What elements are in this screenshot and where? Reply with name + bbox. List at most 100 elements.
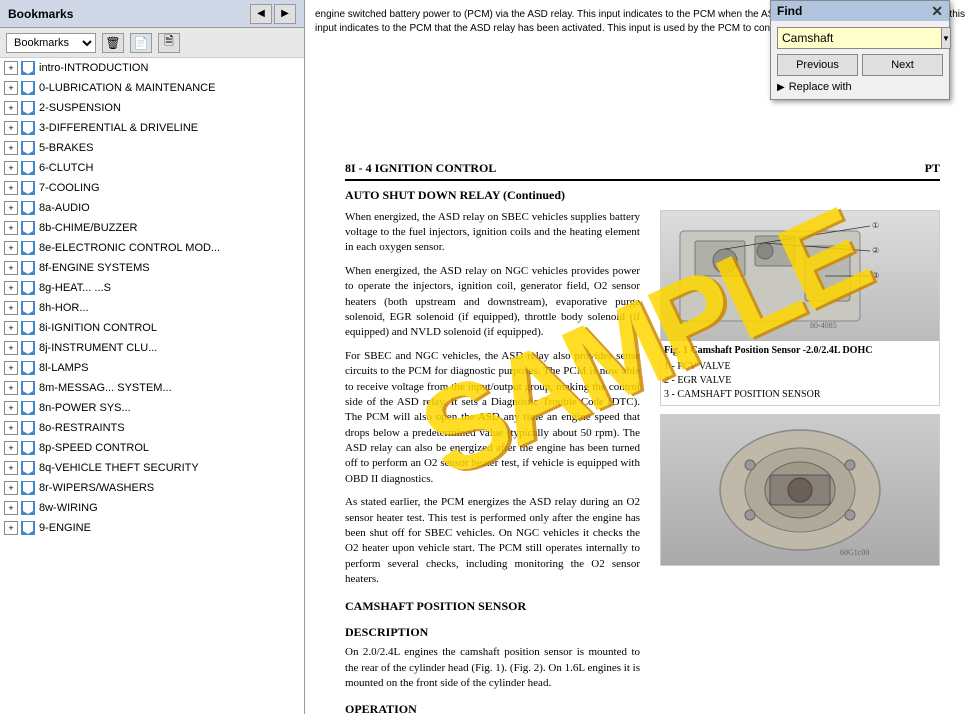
bookmark-item-theft[interactable]: +8q-VEHICLE THEFT SECURITY — [0, 458, 304, 478]
fig1-label-1: 1 - PCV VALVE — [664, 360, 936, 374]
bookmark-label-cooling: 7-COOLING — [39, 182, 100, 194]
operation-title: OPERATION — [345, 701, 640, 714]
bookmark-label-wiring: 8w-WIRING — [39, 502, 98, 514]
bookmark-label-clutch: 6-CLUTCH — [39, 162, 93, 174]
svg-text:②: ② — [872, 246, 879, 255]
bookmarks-next-btn[interactable]: ▶ — [274, 4, 296, 24]
bookmark-item-electronic[interactable]: +8e-ELECTRONIC CONTROL MOD... — [0, 238, 304, 258]
expand-icon-audio[interactable]: + — [4, 201, 18, 215]
bookmarks-prev-btn[interactable]: ◀ — [250, 4, 272, 24]
bookmark-item-brakes[interactable]: +5-BRAKES — [0, 138, 304, 158]
bookmark-page-icon-message — [21, 381, 35, 395]
expand-icon-differential[interactable]: + — [4, 121, 18, 135]
bookmark-label-audio: 8a-AUDIO — [39, 202, 90, 214]
bookmark-item-engine9[interactable]: +9-ENGINE — [0, 518, 304, 538]
expand-icon-ignition[interactable]: + — [4, 321, 18, 335]
find-buttons: Previous Next — [777, 54, 943, 76]
expand-icon-heat[interactable]: + — [4, 281, 18, 295]
expand-icon-theft[interactable]: + — [4, 461, 18, 475]
expand-icon-power[interactable]: + — [4, 401, 18, 415]
expand-icon-suspension[interactable]: + — [4, 101, 18, 115]
expand-icon-wiring[interactable]: + — [4, 501, 18, 515]
bookmark-label-suspension: 2-SUSPENSION — [39, 102, 121, 114]
bookmark-add-btn[interactable]: 🗎 — [158, 33, 180, 53]
expand-icon-wipers[interactable]: + — [4, 481, 18, 495]
bookmark-item-restraints[interactable]: +8o-RESTRAINTS — [0, 418, 304, 438]
bookmark-item-clutch[interactable]: +6-CLUTCH — [0, 158, 304, 178]
bookmark-label-hor: 8h-HOR... — [39, 302, 89, 314]
paragraph-2: When energized, the ASD relay on NGC veh… — [345, 264, 640, 341]
bookmark-item-hor[interactable]: +8h-HOR... — [0, 298, 304, 318]
find-dialog: Find ✕ ▼ Previous Next ▶ Replace with — [770, 0, 950, 100]
fig1-label-2: 2 - EGR VALVE — [664, 374, 936, 388]
expand-icon-cooling[interactable]: + — [4, 181, 18, 195]
delete-bookmark-btn[interactable]: 🗑 — [102, 33, 124, 53]
bookmark-item-lamps[interactable]: +8l-LAMPS — [0, 358, 304, 378]
bookmark-item-cooling[interactable]: +7-COOLING — [0, 178, 304, 198]
bookmark-label-intro: intro-INTRODUCTION — [39, 62, 148, 74]
doc-right-column: ① ② ③ 80-4085 Fig. 1 Cams — [660, 210, 940, 714]
bookmark-item-speed[interactable]: +8p-SPEED CONTROL — [0, 438, 304, 458]
fig1-label-3: 3 - CAMSHAFT POSITION SENSOR — [664, 388, 936, 402]
bookmark-item-heat[interactable]: +8g-HEAT... ...S — [0, 278, 304, 298]
figure-1-box: ① ② ③ 80-4085 Fig. 1 Cams — [660, 210, 940, 406]
find-input-row: ▼ — [777, 27, 943, 49]
expand-icon-engine-sys[interactable]: + — [4, 261, 18, 275]
expand-icon-lubrication[interactable]: + — [4, 81, 18, 95]
doc-header-right: PT — [925, 160, 940, 177]
expand-icon-brakes[interactable]: + — [4, 141, 18, 155]
paragraph-1: When energized, the ASD relay on SBEC ve… — [345, 210, 640, 256]
bookmark-page-icon-hor — [21, 301, 35, 315]
bookmark-page-icon-theft — [21, 461, 35, 475]
bookmark-item-message[interactable]: +8m-MESSAG... SYSTEM... — [0, 378, 304, 398]
expand-icon-instrument[interactable]: + — [4, 341, 18, 355]
doc-header: 8I - 4 IGNITION CONTROL PT — [345, 160, 940, 181]
svg-text:①: ① — [872, 221, 879, 230]
bookmark-item-chime[interactable]: +8b-CHIME/BUZZER — [0, 218, 304, 238]
expand-icon-electronic[interactable]: + — [4, 241, 18, 255]
bookmark-item-instrument[interactable]: +8j-INSTRUMENT CLU... — [0, 338, 304, 358]
bookmark-item-engine-sys[interactable]: +8f-ENGINE SYSTEMS — [0, 258, 304, 278]
bookmark-label-speed: 8p-SPEED CONTROL — [39, 442, 149, 454]
find-next-button[interactable]: Next — [862, 54, 943, 76]
bookmark-item-audio[interactable]: +8a-AUDIO — [0, 198, 304, 218]
bookmark-page-icon-electronic — [21, 241, 35, 255]
bookmark-item-intro[interactable]: + intro-INTRODUCTION — [0, 58, 304, 78]
find-search-input[interactable] — [777, 27, 942, 49]
bookmark-item-suspension[interactable]: +2-SUSPENSION — [0, 98, 304, 118]
bookmark-options-btn[interactable]: 📄 — [130, 33, 152, 53]
expand-icon-message[interactable]: + — [4, 381, 18, 395]
expand-icon-lamps[interactable]: + — [4, 361, 18, 375]
expand-icon-hor[interactable]: + — [4, 301, 18, 315]
expand-icon-engine9[interactable]: + — [4, 521, 18, 535]
bookmarks-header: Bookmarks ◀ ▶ — [0, 0, 304, 28]
bookmark-item-power[interactable]: +8n-POWER SYS... — [0, 398, 304, 418]
bookmark-item-wiring[interactable]: +8w-WIRING — [0, 498, 304, 518]
paragraph-4: As stated earlier, the PCM energizes the… — [345, 495, 640, 587]
expand-icon-clutch[interactable]: + — [4, 161, 18, 175]
replace-row[interactable]: ▶ Replace with — [777, 81, 943, 93]
expand-icon-restraints[interactable]: + — [4, 421, 18, 435]
expand-icon-intro[interactable]: + — [4, 61, 18, 75]
svg-text:60G1c00: 60G1c00 — [840, 548, 869, 557]
bookmark-label-ignition: 8i-IGNITION CONTROL — [39, 322, 157, 334]
find-close-button[interactable]: ✕ — [931, 4, 943, 18]
bookmark-item-lubrication[interactable]: +0-LUBRICATION & MAINTENANCE — [0, 78, 304, 98]
paragraph-3: For SBEC and NGC vehicles, the ASD relay… — [345, 349, 640, 488]
expand-icon-chime[interactable]: + — [4, 221, 18, 235]
doc-header-left: 8I - 4 IGNITION CONTROL — [345, 160, 496, 177]
bookmark-item-differential[interactable]: +3-DIFFERENTIAL & DRIVELINE — [0, 118, 304, 138]
bookmark-page-icon-engine9 — [21, 521, 35, 535]
find-dropdown-btn[interactable]: ▼ — [942, 27, 951, 49]
expand-icon-speed[interactable]: + — [4, 441, 18, 455]
doc-main: 8I - 4 IGNITION CONTROL PT AUTO SHUT DOW… — [305, 140, 980, 714]
find-previous-button[interactable]: Previous — [777, 54, 858, 76]
bookmarks-toolbar: Bookmarks 🗑 📄 🗎 — [0, 28, 304, 58]
bookmark-label-differential: 3-DIFFERENTIAL & DRIVELINE — [39, 122, 198, 134]
bookmarks-view-dropdown[interactable]: Bookmarks — [6, 33, 96, 53]
bookmark-item-ignition[interactable]: +8i-IGNITION CONTROL — [0, 318, 304, 338]
bookmark-page-icon-speed — [21, 441, 35, 455]
bookmarks-list[interactable]: + intro-INTRODUCTION +0-LUBRICATION & MAIN… — [0, 58, 304, 714]
bookmark-item-wipers[interactable]: +8r-WIPERS/WASHERS — [0, 478, 304, 498]
find-title: Find — [777, 4, 802, 18]
